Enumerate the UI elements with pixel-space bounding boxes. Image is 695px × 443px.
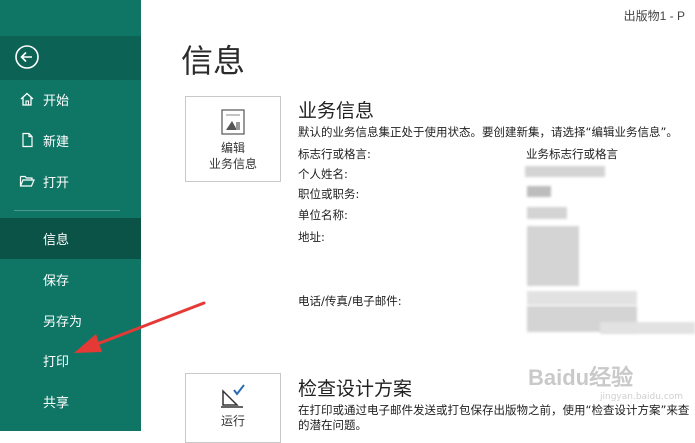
blurred-value — [600, 322, 695, 334]
business-card-icon — [221, 109, 245, 135]
field-label: 电话/传真/电子邮件: — [298, 294, 402, 308]
sidebar-item-label: 保存 — [43, 273, 70, 289]
sidebar-item-share[interactable]: 共享 — [0, 381, 141, 421]
blurred-value — [527, 291, 637, 305]
blurred-value — [527, 186, 551, 197]
tile-label: 业务信息 — [208, 157, 257, 171]
run-design-checker-button[interactable]: 运行 — [185, 373, 281, 443]
field-label: 标志行或格言: — [298, 147, 371, 161]
edit-business-info-button[interactable]: 编辑 业务信息 — [185, 96, 281, 182]
business-info-description: 默认的业务信息集正处于使用状态。要创建新集，请选择“编辑业务信息”。 — [298, 125, 678, 139]
blurred-value — [527, 207, 567, 219]
sidebar-item-label: 新建 — [43, 134, 70, 150]
sidebar-item-label: 打开 — [43, 175, 70, 191]
field-label: 单位名称: — [298, 208, 348, 222]
sidebar-item-label: 信息 — [43, 233, 70, 248]
sidebar-item-info[interactable]: 信息 — [0, 218, 141, 259]
blurred-value — [525, 166, 605, 177]
sidebar-item-label: 开始 — [43, 93, 70, 109]
back-arrow-circle-icon — [15, 45, 39, 69]
new-document-icon — [19, 132, 35, 148]
sidebar-item-label: 另存为 — [43, 314, 83, 330]
window-title: 出版物1 - P — [623, 9, 685, 23]
folder-open-icon — [19, 173, 35, 189]
field-label: 个人姓名: — [298, 167, 348, 181]
blurred-value — [527, 226, 579, 286]
tile-label: 运行 — [220, 414, 245, 428]
sidebar-item-save-as[interactable]: 另存为 — [0, 300, 141, 340]
page-title: 信息 — [181, 42, 246, 80]
field-label: 职位或职务: — [298, 187, 360, 201]
design-checker-icon — [221, 384, 245, 408]
baidu-watermark: Baidu经验 — [528, 365, 634, 390]
sidebar-divider — [14, 210, 120, 211]
back-button[interactable] — [0, 36, 141, 80]
sidebar-item-new[interactable]: 新建 — [0, 120, 141, 160]
tile-label: 编辑 — [220, 141, 245, 155]
backstage-sidebar: 开始 新建 打开 信息 保存 另存为 打印 共享 — [0, 0, 141, 431]
column-header: 业务标志行或格言 — [526, 147, 618, 161]
home-icon — [19, 91, 35, 107]
baidu-watermark-url: jingyan.baidu.com — [600, 392, 684, 402]
sidebar-item-open[interactable]: 打开 — [0, 161, 141, 201]
business-info-heading: 业务信息 — [298, 100, 375, 122]
design-checker-heading: 检查设计方案 — [298, 378, 413, 400]
sidebar-item-label: 共享 — [43, 395, 70, 411]
sidebar-item-home[interactable]: 开始 — [0, 79, 141, 119]
field-label: 地址: — [298, 230, 325, 244]
sidebar-item-label: 打印 — [43, 354, 70, 370]
sidebar-item-save[interactable]: 保存 — [0, 259, 141, 299]
design-checker-description: 在打印或通过电子邮件发送或打包保存出版物之前，使用“检查设计方案”来查 — [298, 403, 690, 417]
sidebar-item-print[interactable]: 打印 — [0, 340, 141, 380]
